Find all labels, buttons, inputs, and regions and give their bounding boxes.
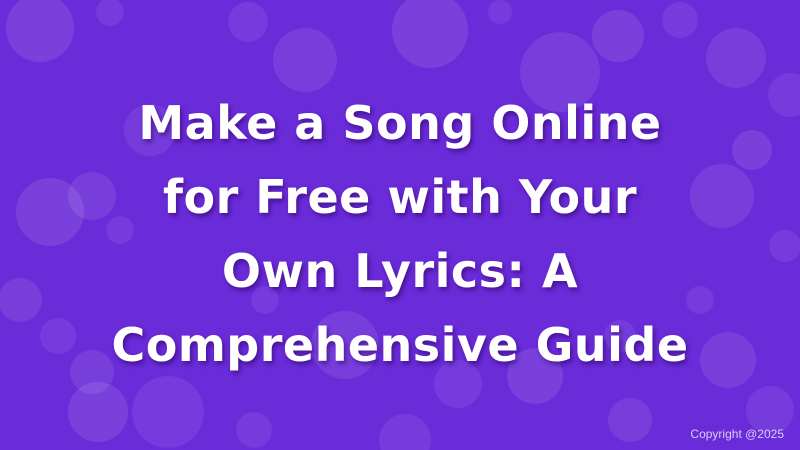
copyright-notice: Copyright @2025 xyxy=(690,427,784,441)
title-line-3: Own Lyrics: A xyxy=(221,244,579,298)
page-title: Make a Song Online for Free with Your Ow… xyxy=(50,86,750,382)
title-line-2: for Free with Your xyxy=(162,170,638,224)
title-line-1: Make a Song Online xyxy=(138,96,662,150)
hero-banner: Make a Song Online for Free with Your Ow… xyxy=(0,0,800,450)
title-line-4: Comprehensive Guide xyxy=(111,318,689,372)
